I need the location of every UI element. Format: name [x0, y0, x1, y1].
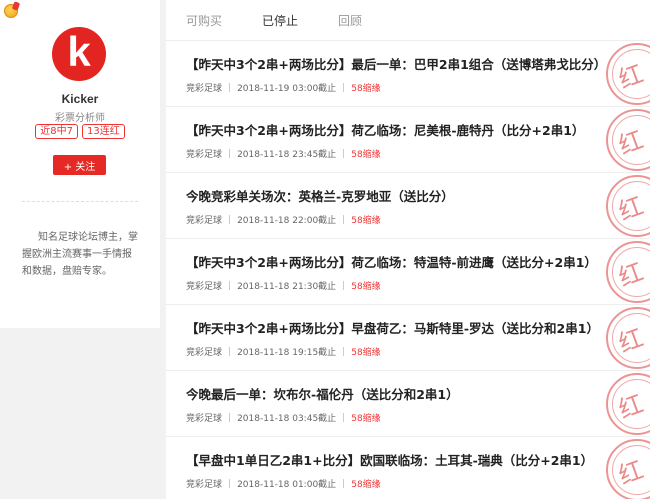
profile-tags: 近8中7 13连红 [0, 124, 160, 139]
list-item[interactable]: 【昨天中3个2串+两场比分】荷乙临场：特温特-前进鹰（送比分+2串1） 竞彩足球… [166, 239, 650, 305]
tab-stopped[interactable]: 已停止 [262, 12, 298, 29]
item-category: 竞彩足球 [186, 84, 223, 94]
avatar[interactable]: k [52, 27, 106, 81]
item-deadline: 2018-11-18 19:15截止 [237, 348, 337, 358]
item-category: 竞彩足球 [186, 480, 223, 490]
list-item[interactable]: 【早盘中1单日乙2串1+比分】欧国联临场：土耳其-瑞典（比分+2串1） 竞彩足球… [166, 437, 650, 499]
item-count: 58缩缘 [351, 414, 381, 424]
item-count: 58缩缘 [351, 348, 381, 358]
item-title[interactable]: 【早盘中1单日乙2串1+比分】欧国联临场：土耳其-瑞典（比分+2串1） [186, 450, 593, 469]
item-title[interactable]: 【昨天中3个2串+两场比分】荷乙临场：特温特-前进鹰（送比分+2串1） [186, 252, 597, 271]
item-title[interactable]: 【昨天中3个2串+两场比分】最后一单：巴甲2串1组合（送博塔弗戈比分） [186, 54, 606, 73]
tab-review[interactable]: 回顾 [338, 12, 362, 29]
item-title[interactable]: 今晚竞彩单关场次：英格兰-克罗地亚（送比分） [186, 186, 454, 205]
item-title[interactable]: 今晚最后一单：坎布尔-福伦丹（送比分和2串1） [186, 384, 459, 403]
list-item[interactable]: 【昨天中3个2串+两场比分】最后一单：巴甲2串1组合（送博塔弗戈比分） 竞彩足球… [166, 41, 650, 107]
win-stamp-icon: 红 [606, 175, 650, 237]
profile-role: 彩票分析师 [55, 113, 105, 124]
win-stamp-icon: 红 [606, 241, 650, 303]
item-meta: 竞彩足球 | 2018-11-18 22:00截止 | 58缩缘 [186, 214, 381, 227]
item-deadline: 2018-11-18 23:45截止 [237, 150, 337, 160]
plan-list-panel: 可购买 已停止 回顾 【昨天中3个2串+两场比分】最后一单：巴甲2串1组合（送博… [166, 0, 650, 499]
avatar-letter: k [67, 28, 91, 75]
item-deadline: 2018-11-18 03:45截止 [237, 414, 337, 424]
item-deadline: 2018-11-19 03:00截止 [237, 84, 337, 94]
record-badge: 近8中7 [35, 124, 78, 139]
item-category: 竞彩足球 [186, 216, 223, 226]
item-meta: 竞彩足球 | 2018-11-19 03:00截止 | 58缩缘 [186, 82, 381, 95]
item-meta: 竞彩足球 | 2018-11-18 19:15截止 | 58缩缘 [186, 346, 381, 359]
item-deadline: 2018-11-18 01:00截止 [237, 480, 337, 490]
list-item[interactable]: 今晚最后一单：坎布尔-福伦丹（送比分和2串1） 竞彩足球 | 2018-11-18… [166, 371, 650, 437]
win-stamp-icon: 红 [606, 43, 650, 105]
tab-bar: 可购买 已停止 回顾 [166, 0, 650, 41]
tab-available[interactable]: 可购买 [186, 12, 222, 29]
list-item[interactable]: 【昨天中3个2串+两场比分】早盘荷乙：马斯特里-罗达（送比分和2串1） 竞彩足球… [166, 305, 650, 371]
medal-icon [4, 4, 18, 18]
item-title[interactable]: 【昨天中3个2串+两场比分】早盘荷乙：马斯特里-罗达（送比分和2串1） [186, 318, 599, 337]
win-stamp-icon: 红 [606, 307, 650, 369]
item-meta: 竞彩足球 | 2018-11-18 01:00截止 | 58缩缘 [186, 478, 381, 491]
item-meta: 竞彩足球 | 2018-11-18 21:30截止 | 58缩缘 [186, 280, 381, 293]
item-category: 竞彩足球 [186, 414, 223, 424]
profile-name[interactable]: Kicker [0, 92, 160, 106]
item-count: 58缩缘 [351, 150, 381, 160]
item-deadline: 2018-11-18 21:30截止 [237, 282, 337, 292]
item-count: 58缩缘 [351, 216, 381, 226]
item-meta: 竞彩足球 | 2018-11-18 03:45截止 | 58缩缘 [186, 412, 381, 425]
profile-bio: 知名足球论坛博主，掌握欧洲主流赛事一手情报和数据，盘赔专家。 [22, 232, 138, 277]
item-category: 竞彩足球 [186, 150, 223, 160]
item-deadline: 2018-11-18 22:00截止 [237, 216, 337, 226]
item-count: 58缩缘 [351, 282, 381, 292]
divider [22, 201, 138, 202]
win-stamp-icon: 红 [606, 373, 650, 435]
follow-button[interactable]: + 关注 [53, 155, 106, 175]
item-category: 竞彩足球 [186, 282, 223, 292]
item-title[interactable]: 【昨天中3个2串+两场比分】荷乙临场：尼美根-鹿特丹（比分+2串1） [186, 120, 584, 139]
streak-badge: 13连红 [82, 124, 125, 139]
profile-card: k Kicker 彩票分析师 近8中7 13连红 + 关注 知名足球论坛博主，掌… [0, 0, 160, 328]
list-item[interactable]: 【昨天中3个2串+两场比分】荷乙临场：尼美根-鹿特丹（比分+2串1） 竞彩足球 |… [166, 107, 650, 173]
item-category: 竞彩足球 [186, 348, 223, 358]
item-meta: 竞彩足球 | 2018-11-18 23:45截止 | 58缩缘 [186, 148, 381, 161]
win-stamp-icon: 红 [606, 439, 650, 499]
item-count: 58缩缘 [351, 480, 381, 490]
win-stamp-icon: 红 [606, 109, 650, 171]
item-count: 58缩缘 [351, 84, 381, 94]
plan-list: 【昨天中3个2串+两场比分】最后一单：巴甲2串1组合（送博塔弗戈比分） 竞彩足球… [166, 41, 650, 499]
list-item[interactable]: 今晚竞彩单关场次：英格兰-克罗地亚（送比分） 竞彩足球 | 2018-11-18 … [166, 173, 650, 239]
